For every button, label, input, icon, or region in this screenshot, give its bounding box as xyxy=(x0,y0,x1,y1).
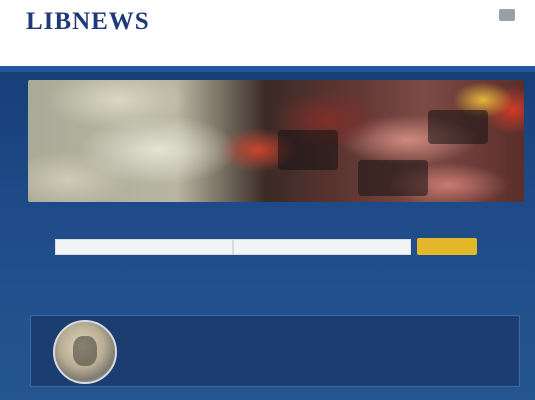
top-bar xyxy=(0,66,535,72)
site-header: LIBNEWS xyxy=(0,0,535,66)
logo-text: LIBNEWS xyxy=(26,8,150,35)
seal-icon xyxy=(53,320,117,384)
tray-2 xyxy=(358,160,428,196)
site-logo[interactable]: LIBNEWS xyxy=(26,8,149,56)
search-button[interactable] xyxy=(417,238,477,255)
search-input-1[interactable] xyxy=(55,238,233,255)
search-row xyxy=(55,238,477,255)
main-content xyxy=(0,66,535,400)
top-links xyxy=(499,9,523,21)
top-link-1[interactable] xyxy=(499,9,515,21)
hero-image xyxy=(28,80,524,202)
info-panel xyxy=(30,315,520,387)
search-input-2[interactable] xyxy=(233,238,411,255)
tray-3 xyxy=(428,110,488,144)
tray-1 xyxy=(278,130,338,170)
seal-figure xyxy=(73,336,97,366)
